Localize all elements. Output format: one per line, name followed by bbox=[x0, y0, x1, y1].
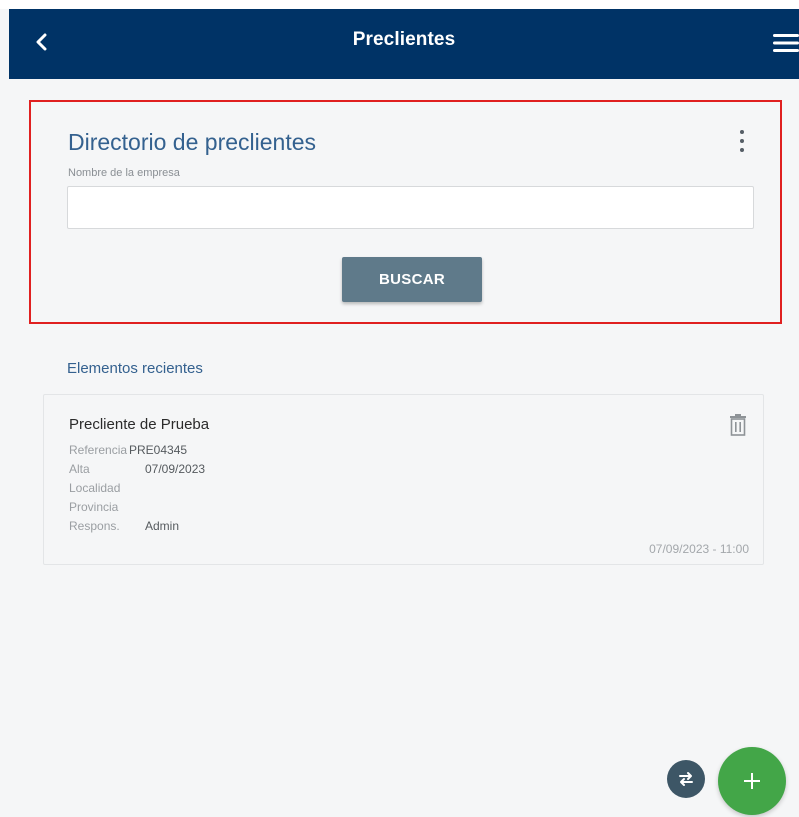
search-button[interactable]: BUSCAR bbox=[342, 257, 482, 302]
search-panel: Directorio de preclientes Nombre de la e… bbox=[29, 100, 782, 324]
detail-key: Provincia bbox=[69, 499, 119, 514]
swap-arrows-icon bbox=[679, 772, 693, 786]
detail-key: Alta bbox=[69, 461, 90, 476]
menu-button[interactable] bbox=[771, 31, 799, 55]
add-button[interactable] bbox=[718, 747, 786, 815]
delete-button[interactable] bbox=[729, 414, 747, 436]
detail-row-respons: Respons. Admin bbox=[69, 516, 205, 535]
detail-value: 07/09/2023 bbox=[145, 461, 206, 476]
detail-row-referencia: Referencia PRE04345 bbox=[69, 440, 205, 459]
detail-key: Referencia bbox=[69, 442, 128, 457]
item-timestamp: 07/09/2023 - 11:00 bbox=[649, 542, 749, 556]
recent-section-title: Elementos recientes bbox=[67, 360, 203, 377]
page-title: Preclientes bbox=[352, 29, 456, 50]
recent-item-card[interactable]: Precliente de Prueba Referencia PRE04345… bbox=[43, 394, 764, 565]
more-options-icon[interactable] bbox=[738, 130, 746, 152]
item-name: Precliente de Prueba bbox=[69, 416, 210, 433]
hamburger-menu-icon bbox=[773, 34, 799, 52]
app-header: Preclientes bbox=[9, 9, 799, 79]
detail-value: Admin bbox=[145, 518, 180, 533]
trash-icon bbox=[730, 414, 746, 436]
plus-icon bbox=[744, 773, 760, 789]
detail-key: Localidad bbox=[69, 480, 121, 495]
search-panel-title: Directorio de preclientes bbox=[68, 129, 317, 155]
top-strip bbox=[0, 0, 799, 9]
page: Preclientes Directorio de preclientes No… bbox=[0, 0, 799, 817]
company-name-input[interactable] bbox=[67, 186, 754, 229]
detail-value: PRE04345 bbox=[129, 442, 188, 457]
detail-row-localidad: Localidad bbox=[69, 478, 205, 497]
company-name-label: Nombre de la empresa bbox=[68, 167, 180, 179]
detail-row-alta: Alta 07/09/2023 bbox=[69, 459, 205, 478]
detail-key: Respons. bbox=[69, 518, 120, 533]
detail-row-provincia: Provincia bbox=[69, 497, 205, 516]
item-details: Referencia PRE04345 Alta 07/09/2023 Loca… bbox=[69, 440, 205, 535]
swap-button[interactable] bbox=[667, 760, 705, 798]
